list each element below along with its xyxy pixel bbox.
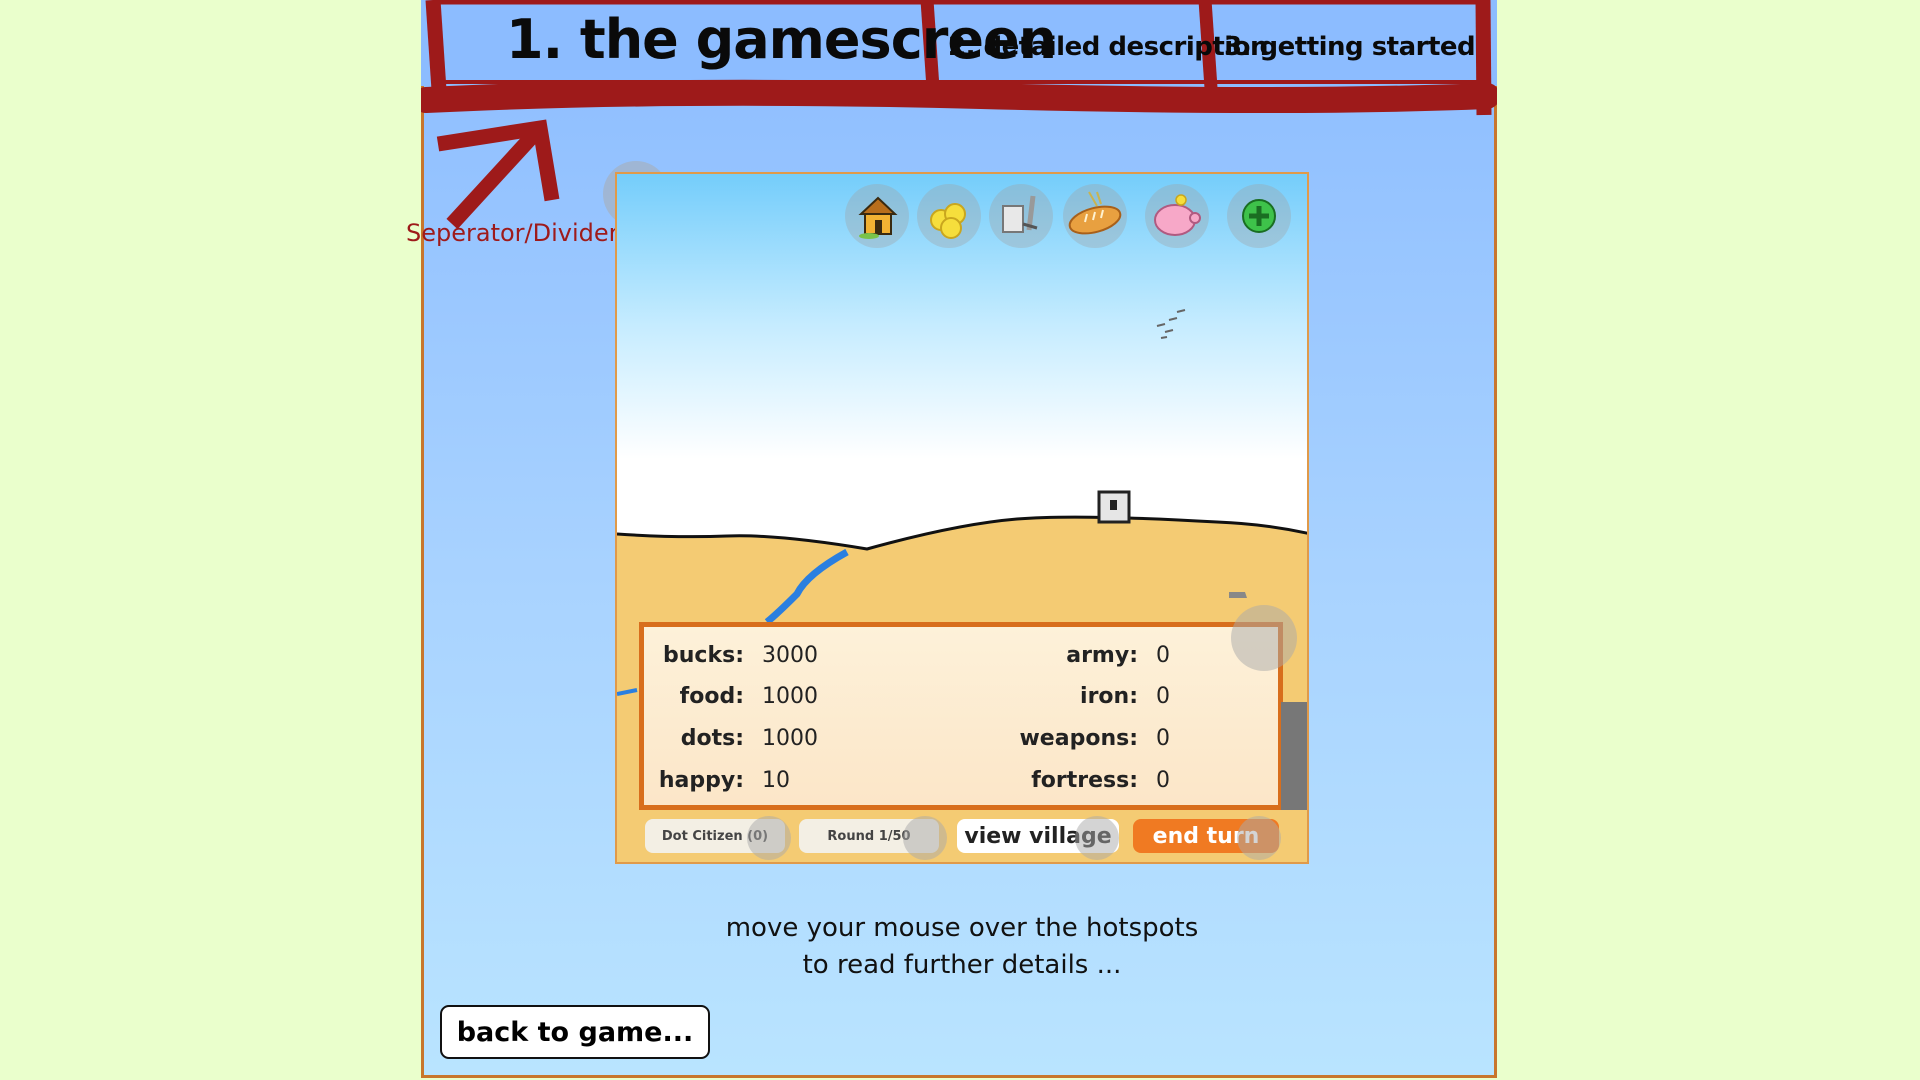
stat-value-bucks: 3000	[762, 643, 818, 668]
cliff-edge	[1281, 702, 1307, 810]
hotspot-round[interactable]	[903, 816, 947, 860]
instructions-line-1: move your mouse over the hotspots	[725, 913, 1199, 943]
stat-value-weapons: 0	[1156, 726, 1170, 751]
bread-icon[interactable]	[1063, 184, 1127, 248]
stat-label-food: food:	[679, 684, 744, 709]
game-screen: bucks: 3000 food: 1000 dots: 1000 happy:…	[615, 172, 1309, 864]
instructions-line-2: to read further details ...	[802, 950, 1122, 980]
hotspot-view-village[interactable]	[1075, 816, 1119, 860]
stat-label-bucks: bucks:	[663, 643, 744, 668]
stat-label-iron: iron:	[1080, 684, 1138, 709]
stat-label-weapons: weapons:	[1019, 726, 1138, 751]
hotspot-end-turn[interactable]	[1237, 816, 1281, 860]
tab-getting-started[interactable]: 3. getting started	[1224, 32, 1476, 62]
coins-icon[interactable]	[917, 184, 981, 248]
stat-value-army: 0	[1156, 643, 1170, 668]
house-icon[interactable]	[845, 184, 909, 248]
back-to-game-button[interactable]: back to game...	[440, 1005, 710, 1059]
stat-value-fortress: 0	[1156, 768, 1170, 793]
plus-icon[interactable]	[1227, 184, 1291, 248]
stat-value-iron: 0	[1156, 684, 1170, 709]
stat-label-dots: dots:	[680, 726, 744, 751]
tab-bar: 1. the gamescreen 2. detailed descriptio…	[421, 0, 1497, 116]
instructions-text: move your mouse over the hotspots to rea…	[621, 910, 1303, 984]
tab-detailed-description[interactable]: 2. detailed description	[948, 32, 1269, 62]
stats-panel: bucks: 3000 food: 1000 dots: 1000 happy:…	[639, 622, 1283, 810]
separator-arrow-icon	[436, 119, 560, 230]
stat-value-food: 1000	[762, 684, 818, 709]
stat-value-dots: 1000	[762, 726, 818, 751]
separator-label: Seperator/Divider	[406, 219, 619, 247]
stat-label-happy: happy:	[658, 768, 744, 793]
hotspot-stats[interactable]	[1231, 605, 1297, 671]
weapons-icon[interactable]	[989, 184, 1053, 248]
stat-value-happy: 10	[762, 768, 790, 793]
hotspot-citizen[interactable]	[747, 816, 791, 860]
piggy-bank-icon[interactable]	[1145, 184, 1209, 248]
stat-label-army: army:	[1066, 643, 1138, 668]
stat-label-fortress: fortress:	[1031, 768, 1138, 793]
